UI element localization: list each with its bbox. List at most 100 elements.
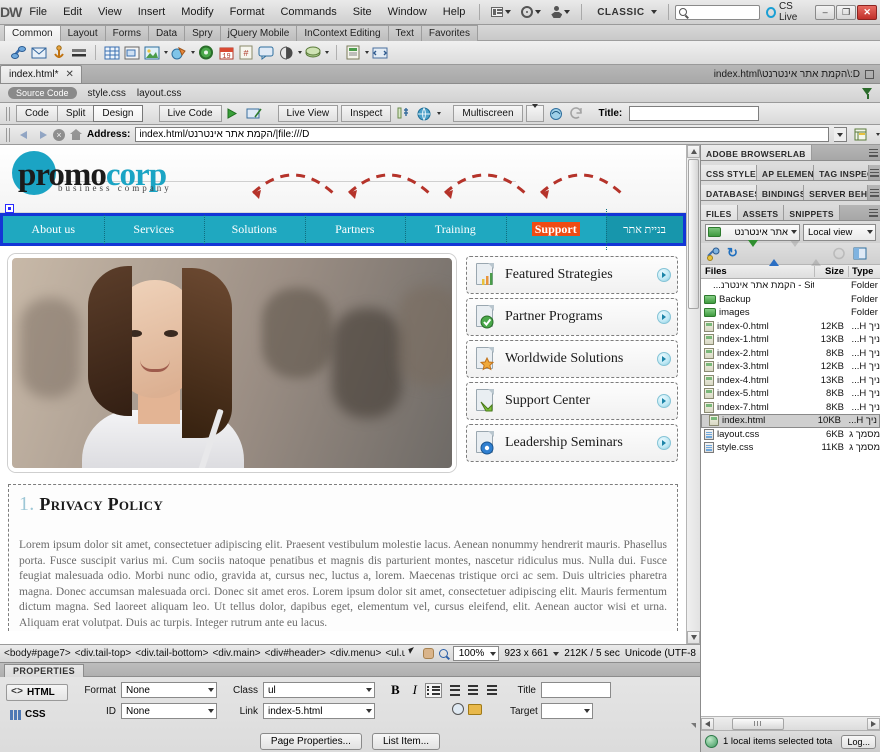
tag-body[interactable]: <body#page7> xyxy=(4,648,71,659)
design-canvas[interactable]: promocorp business company About us Serv… xyxy=(0,145,686,644)
bold-button[interactable]: B xyxy=(386,682,405,698)
scroll-up-button[interactable] xyxy=(687,145,700,158)
minimize-button[interactable]: – xyxy=(815,4,836,20)
horizontal-rule-icon[interactable] xyxy=(70,44,88,62)
column-header-files[interactable]: Files xyxy=(701,266,814,277)
panel-tab-tag-inspector[interactable]: TAG INSPEC xyxy=(814,165,869,180)
chevron-down-icon[interactable] xyxy=(325,51,329,54)
back-icon[interactable] xyxy=(19,129,31,141)
connect-to-remote-icon[interactable] xyxy=(706,247,721,261)
html-properties-button[interactable]: <> HTML xyxy=(6,684,68,701)
live-view-button[interactable]: Live View xyxy=(277,105,339,122)
nav-services[interactable]: Services xyxy=(103,215,205,244)
list-item-selected[interactable]: index.html 10KB ניך H... xyxy=(701,414,880,428)
toolbar-grip[interactable] xyxy=(6,127,10,142)
list-item[interactable]: index-1.html 13KB ניך H... xyxy=(701,333,880,347)
panel-tab-adobe-browserlab[interactable]: ADOBE BROWSERLAB xyxy=(701,145,812,160)
check-in-icon[interactable] xyxy=(811,246,826,266)
feature-link-leadership-seminars[interactable]: Leadership Seminars xyxy=(466,424,678,462)
tag-tail-top[interactable]: <div.tail-top> xyxy=(75,648,132,659)
target-select[interactable] xyxy=(541,703,593,719)
panel-options-menu-icon[interactable] xyxy=(868,185,880,200)
chevron-down-icon[interactable] xyxy=(876,133,880,136)
properties-tab[interactable]: PROPERTIES xyxy=(4,664,85,677)
tag-ul[interactable]: <ul.ul> xyxy=(385,648,404,659)
toolbar-grip[interactable] xyxy=(6,106,10,121)
insert-tab-spry[interactable]: Spry xyxy=(184,25,221,41)
column-header-size[interactable]: Size xyxy=(814,266,848,277)
scroll-thumb[interactable] xyxy=(688,159,699,309)
chevron-down-icon[interactable] xyxy=(298,51,302,54)
insert-tab-incontext-editing[interactable]: InContext Editing xyxy=(296,25,389,41)
list-item[interactable]: style.css 11KB מסמך ג xyxy=(701,441,880,455)
code-view-button[interactable]: Code xyxy=(16,105,58,122)
insert-tab-layout[interactable]: Layout xyxy=(59,25,106,41)
menu-view[interactable]: View xyxy=(90,2,130,22)
list-item[interactable]: index-7.html 8KB ניך H... xyxy=(701,401,880,415)
workspace-switcher[interactable]: CLASSIC xyxy=(588,3,661,22)
chevron-down-icon[interactable] xyxy=(365,51,369,54)
stop-icon[interactable]: × xyxy=(53,128,65,141)
unordered-list-button[interactable] xyxy=(425,682,443,698)
server-side-include-icon[interactable]: # xyxy=(237,44,255,62)
document-tab-index-html[interactable]: index.html* ✕ xyxy=(0,65,82,83)
outdent-button[interactable] xyxy=(463,684,479,697)
live-view-options-icon[interactable] xyxy=(394,105,412,123)
filter-icon[interactable] xyxy=(862,87,873,99)
widget-icon[interactable] xyxy=(197,44,215,62)
panel-options-menu-icon[interactable] xyxy=(866,205,880,220)
indent-button[interactable] xyxy=(482,684,498,697)
multiscreen-dropdown[interactable] xyxy=(525,104,544,122)
tag-menu[interactable]: <div.menu> xyxy=(330,648,382,659)
feature-link-partner-programs[interactable]: Partner Programs xyxy=(466,298,678,336)
synchronize-icon[interactable] xyxy=(832,247,847,261)
validate-markup-icon[interactable] xyxy=(547,105,565,123)
refresh-icon[interactable]: ↻ xyxy=(727,246,742,261)
browser-select-icon[interactable] xyxy=(852,126,870,144)
list-item[interactable]: index-5.html 8KB ניך H... xyxy=(701,387,880,401)
comment-icon[interactable] xyxy=(257,44,275,62)
table-icon[interactable] xyxy=(103,44,121,62)
cs-live-button[interactable]: CS Live xyxy=(760,1,815,23)
zoom-tool-icon[interactable] xyxy=(438,649,448,658)
panel-tab-assets[interactable]: ASSETS xyxy=(737,205,785,220)
insert-tab-forms[interactable]: Forms xyxy=(104,25,149,41)
insert-tab-data[interactable]: Data xyxy=(147,25,186,41)
scroll-left-button[interactable] xyxy=(701,717,714,730)
menu-commands[interactable]: Commands xyxy=(272,2,344,22)
insert-tab-favorites[interactable]: Favorites xyxy=(420,25,478,41)
panel-tab-server-behaviors[interactable]: SERVER BEHA xyxy=(804,185,869,200)
arrow-right-icon[interactable] xyxy=(657,436,671,450)
files-list[interactable]: Site - הקמת אתר אינטרנ... Folder Backup … xyxy=(701,279,880,716)
menu-window[interactable]: Window xyxy=(380,2,435,22)
log-button[interactable]: Log... xyxy=(841,734,876,749)
scroll-right-button[interactable] xyxy=(867,717,880,730)
forward-icon[interactable] xyxy=(36,129,48,141)
point-to-file-icon[interactable] xyxy=(452,703,464,715)
tag-header[interactable]: <div#header> xyxy=(265,648,326,659)
ordered-list-button[interactable] xyxy=(445,684,461,697)
feature-link-worldwide-solutions[interactable]: Worldwide Solutions xyxy=(466,340,678,378)
list-item[interactable]: layout.css 6KB מסמך ג xyxy=(701,428,880,442)
panel-options-menu-icon[interactable] xyxy=(866,145,880,160)
tag-main[interactable]: <div.main> xyxy=(212,648,260,659)
link-title-input[interactable] xyxy=(541,682,611,698)
design-view-button[interactable]: Design xyxy=(93,105,143,122)
related-file-source-code[interactable]: Source Code xyxy=(8,87,77,99)
chevron-down-icon[interactable] xyxy=(164,51,168,54)
date-icon[interactable]: 19 xyxy=(217,44,235,62)
restore-button[interactable]: ❐ xyxy=(836,4,857,20)
chevron-down-icon[interactable] xyxy=(437,112,442,115)
insert-tab-text[interactable]: Text xyxy=(387,25,422,41)
split-view-button[interactable]: Split xyxy=(56,105,95,122)
nav-solutions[interactable]: Solutions xyxy=(204,215,305,244)
chevron-down-icon[interactable] xyxy=(191,51,195,54)
page-properties-button[interactable]: Page Properties... xyxy=(259,732,362,750)
nav-support[interactable]: Support xyxy=(505,215,607,244)
home-icon[interactable] xyxy=(70,129,82,140)
arrow-right-icon[interactable] xyxy=(657,310,671,324)
named-anchor-icon[interactable] xyxy=(50,44,68,62)
extend-settings-button[interactable] xyxy=(516,4,546,20)
link-select[interactable]: index-5.html xyxy=(263,703,375,719)
selection-handle[interactable] xyxy=(5,204,14,213)
